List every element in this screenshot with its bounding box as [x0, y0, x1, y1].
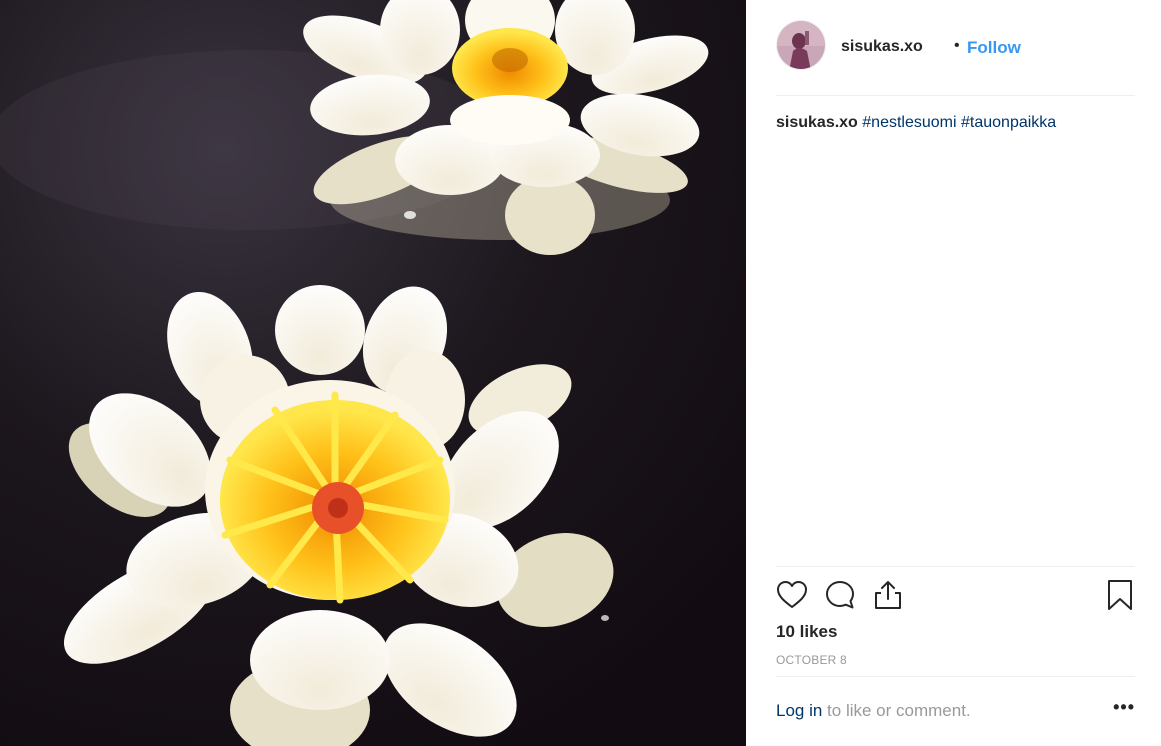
like-button[interactable] [774, 577, 810, 613]
header-divider [776, 95, 1135, 96]
header-username-link[interactable]: sisukas.xo [841, 38, 923, 56]
caption-username-link[interactable]: sisukas.xo [776, 114, 858, 131]
separator-dot: • [954, 37, 960, 54]
hashtag-link[interactable]: #nestlesuomi [862, 114, 956, 131]
top-lily [303, 0, 709, 255]
post-header: sisukas.xo • Follow [776, 20, 1135, 76]
action-bar [774, 577, 1138, 615]
post-photo [0, 0, 746, 746]
speech-bubble-icon [826, 581, 854, 609]
post-date[interactable]: OCTOBER 8 [776, 653, 847, 667]
comment-divider [776, 676, 1135, 677]
follow-button[interactable]: Follow [967, 38, 1021, 58]
comment-prompt-text: to like or comment. [822, 701, 971, 720]
comment-prompt: Log in to like or comment. ••• [776, 697, 1135, 721]
hashtag-link[interactable]: #tauonpaikka [961, 114, 1056, 131]
water-lily-photo [0, 0, 746, 746]
post-sidebar: sisukas.xo • Follow sisukas.xo #nestlesu… [746, 0, 1161, 746]
more-options-button[interactable]: ••• [1113, 697, 1135, 718]
post-caption: sisukas.xo #nestlesuomi #tauonpaikka [776, 113, 1135, 133]
bookmark-icon [1108, 580, 1132, 610]
likes-count[interactable]: 10 likes [776, 622, 837, 642]
avatar[interactable] [776, 20, 826, 70]
share-button[interactable] [870, 577, 906, 613]
save-button[interactable] [1102, 577, 1138, 613]
heart-icon [777, 581, 807, 608]
actions-divider [776, 566, 1135, 567]
login-link[interactable]: Log in [776, 701, 822, 720]
comment-button[interactable] [822, 577, 858, 613]
share-icon [875, 581, 901, 609]
